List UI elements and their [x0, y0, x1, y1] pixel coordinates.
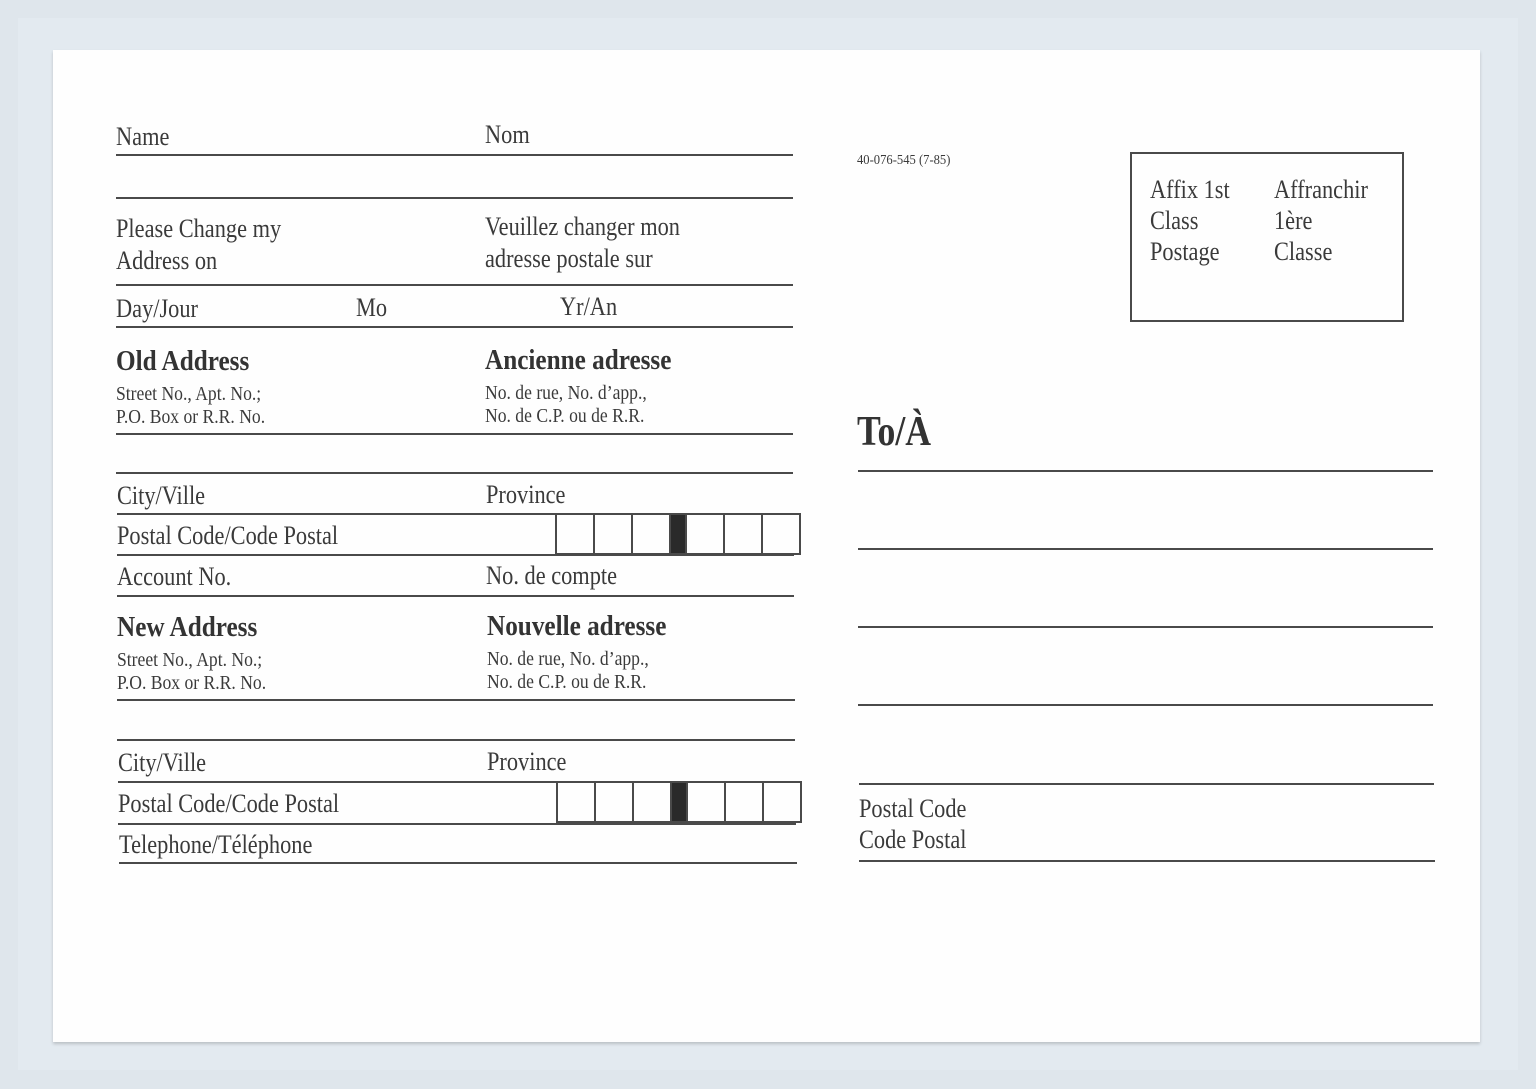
form-code: 40-076-545 (7-85) — [857, 153, 951, 168]
account-label-en: Account No. — [117, 562, 232, 591]
stamp-fr-1: Affranchir — [1274, 175, 1368, 204]
new-postal-line — [118, 823, 796, 825]
telephone-line[interactable] — [119, 862, 797, 864]
name-line-2[interactable] — [116, 197, 793, 199]
change-line — [116, 284, 793, 286]
new-address-title-en: New Address — [117, 612, 258, 643]
to-line-2[interactable] — [858, 548, 1433, 550]
old-address-title-fr: Ancienne adresse — [485, 345, 672, 376]
old-city-label: City/Ville — [117, 481, 206, 510]
postal-box[interactable] — [723, 515, 761, 553]
name-label-fr: Nom — [485, 120, 530, 149]
to-line-1[interactable] — [858, 470, 1433, 472]
to-postal-code-fr: Code Postal — [859, 825, 967, 854]
old-postal-line — [117, 554, 794, 556]
date-line[interactable] — [116, 326, 793, 328]
new-street-line-2[interactable] — [117, 739, 795, 741]
new-address-sub-fr-1: No. de rue, No. d’app., — [487, 648, 649, 670]
stamp-en-1: Affix 1st — [1150, 175, 1230, 204]
postal-box[interactable] — [686, 783, 724, 821]
postal-box[interactable] — [593, 515, 631, 553]
old-address-title-en: Old Address — [116, 346, 250, 377]
change-label-fr-1: Veuillez changer mon — [485, 212, 680, 241]
old-address-sub-fr-2: No. de C.P. ou de R.R. — [485, 405, 645, 427]
stamp-fr-3: Classe — [1274, 237, 1333, 266]
old-street-line-2[interactable] — [116, 472, 793, 474]
old-address-sub-en-2: P.O. Box or R.R. No. — [116, 406, 266, 428]
change-label-en-1: Please Change my — [116, 214, 282, 243]
new-city-label: City/Ville — [118, 748, 207, 777]
stamp-text-en: Affix 1st Class Postage — [1150, 174, 1230, 267]
old-address-sub-en-1: Street No., Apt. No.; — [116, 383, 262, 405]
to-line-3[interactable] — [858, 626, 1433, 628]
new-address-sub-en-2: P.O. Box or R.R. No. — [117, 672, 267, 694]
postal-box[interactable] — [632, 783, 670, 821]
to-line-5[interactable] — [859, 783, 1434, 785]
postal-separator — [670, 783, 686, 821]
stamp-text-fr: Affranchir 1ère Classe — [1274, 174, 1368, 267]
postal-box[interactable] — [761, 515, 799, 553]
to-line-4[interactable] — [858, 704, 1433, 706]
to-label: To/À — [857, 409, 932, 455]
postal-box[interactable] — [631, 515, 669, 553]
old-province-label: Province — [486, 480, 566, 509]
new-postal-code-label: Postal Code/Code Postal — [118, 789, 340, 818]
postal-box[interactable] — [594, 783, 632, 821]
name-label-en: Name — [116, 122, 170, 151]
postal-box[interactable] — [724, 783, 762, 821]
postal-box[interactable] — [558, 783, 594, 821]
account-label-fr: No. de compte — [486, 561, 618, 590]
stamp-en-3: Postage — [1150, 237, 1220, 266]
new-address-sub-fr-2: No. de C.P. ou de R.R. — [487, 671, 647, 693]
new-address-title-fr: Nouvelle adresse — [487, 611, 667, 642]
telephone-label: Telephone/Téléphone — [119, 830, 313, 859]
to-postal-code-en: Postal Code — [859, 794, 967, 823]
change-label-fr-2: adresse postale sur — [485, 244, 653, 273]
postal-separator — [669, 515, 685, 553]
month-label: Mo — [356, 293, 388, 322]
to-postal-line[interactable] — [859, 860, 1435, 862]
old-postal-code-boxes[interactable] — [555, 513, 801, 555]
day-label: Day/Jour — [116, 294, 198, 323]
postal-box[interactable] — [762, 783, 800, 821]
name-line[interactable] — [116, 154, 793, 156]
new-street-line[interactable] — [117, 699, 795, 701]
new-province-label: Province — [487, 747, 567, 776]
stamp-en-2: Class — [1150, 206, 1199, 235]
postal-box[interactable] — [557, 515, 593, 553]
old-street-line[interactable] — [116, 433, 793, 435]
postal-box[interactable] — [685, 515, 723, 553]
year-label: Yr/An — [560, 292, 618, 321]
old-postal-code-label: Postal Code/Code Postal — [117, 521, 339, 550]
stamp-fr-2: 1ère — [1274, 206, 1313, 235]
new-address-sub-en-1: Street No., Apt. No.; — [117, 649, 263, 671]
stamp-box: Affix 1st Class Postage Affranchir 1ère … — [1130, 152, 1404, 322]
new-postal-code-boxes[interactable] — [556, 781, 802, 823]
old-address-sub-fr-1: No. de rue, No. d’app., — [485, 382, 647, 404]
account-line[interactable] — [117, 595, 794, 597]
change-label-en-2: Address on — [116, 246, 218, 275]
